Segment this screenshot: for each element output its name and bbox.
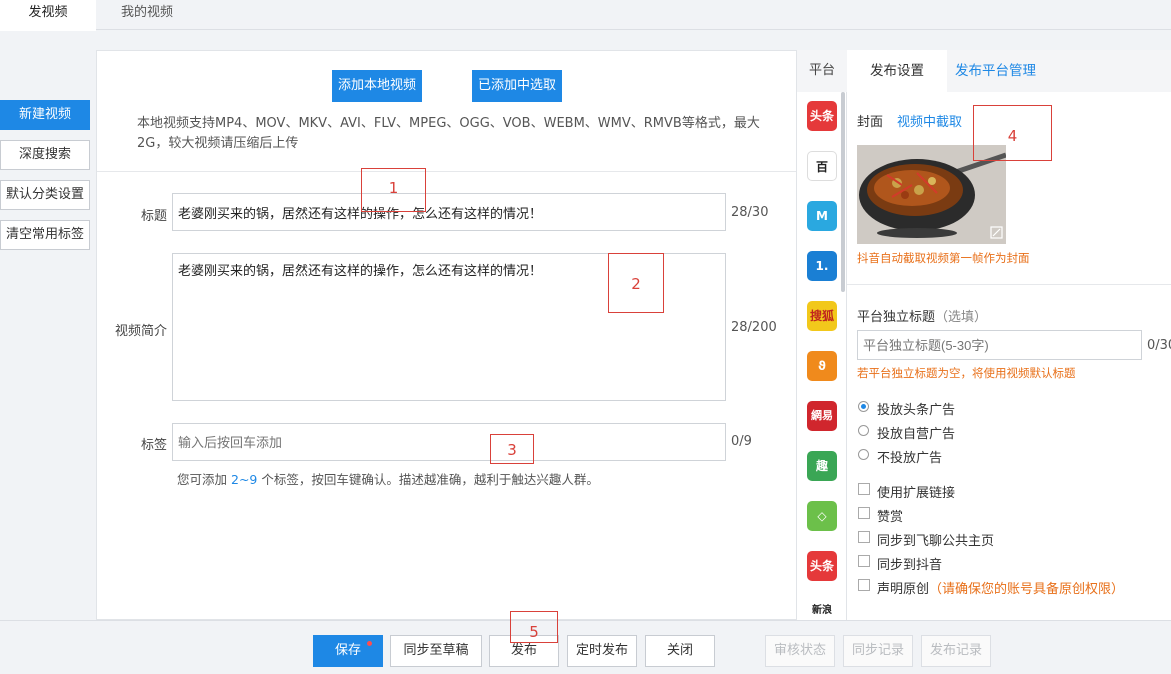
cover-capture-link[interactable]: 视频中截取	[897, 111, 962, 130]
intro-label: 视频简介	[114, 324, 167, 339]
cover-note: 抖音自动截取视频第一帧作为封面	[857, 251, 1030, 265]
save-label: 保存	[334, 643, 361, 658]
ad-option-label: 投放头条广告	[877, 403, 956, 418]
platform-green-icon[interactable]: ◇	[807, 501, 837, 531]
publish-settings-panel: 发布设置 发布平台管理 封面 视频中截取 抖音自动截取视频第一帧作为封面 平台独…	[847, 50, 1171, 620]
platform-yidian-icon[interactable]: 1.	[807, 251, 837, 281]
original-checkbox[interactable]	[858, 579, 870, 591]
add-local-video-button[interactable]: 添加本地视频	[332, 70, 422, 102]
select-added-button[interactable]: 已添加中选取	[472, 70, 562, 102]
ad-radio-toutiao[interactable]	[858, 401, 869, 412]
annotation-3: 3	[490, 434, 534, 464]
tab-publish-settings[interactable]: 发布设置	[847, 50, 947, 92]
ad-radio-self[interactable]	[858, 425, 869, 436]
intro-counter: 28/200	[731, 320, 777, 335]
ad-radio-none[interactable]	[858, 449, 869, 460]
independent-title-input[interactable]	[857, 330, 1142, 360]
tab-platform-manage[interactable]: 发布平台管理	[955, 50, 1036, 92]
annotation-1: 1	[361, 168, 426, 212]
new-video-button[interactable]: 新建视频	[0, 100, 90, 130]
platform-toutiao-icon[interactable]: 头条	[807, 101, 837, 131]
tab-my-videos[interactable]: 我的视频	[96, 0, 198, 30]
platform-column: 平台 头条 百 M 1. 搜狐 ϑ 網易 趣 ◇ 头条 新浪	[797, 50, 847, 620]
ad-option-label: 不投放广告	[877, 451, 943, 466]
checkbox-label: 同步到抖音	[877, 558, 943, 573]
review-status-button[interactable]: 审核状态	[765, 635, 835, 667]
ad-option-label: 投放自营广告	[877, 427, 956, 442]
annotation-4: 4	[973, 105, 1052, 161]
platform-baijia-icon[interactable]: 百	[807, 151, 837, 181]
optional-text: （选填）	[935, 310, 988, 325]
platform-qutoutiao-icon[interactable]: 趣	[807, 451, 837, 481]
tags-label: 标签	[140, 438, 167, 453]
independent-title-counter: 0/30	[1147, 338, 1171, 353]
top-tab-bar: 发视频 我的视频	[0, 0, 1171, 31]
checkbox-label: 赞赏	[877, 510, 904, 525]
sync-draft-button[interactable]: 同步至草稿	[390, 635, 482, 667]
close-button[interactable]: 关闭	[645, 635, 715, 667]
platform-sina-icon[interactable]: 新浪	[807, 601, 837, 620]
tags-counter: 0/9	[731, 434, 752, 449]
tags-hint: 您可添加 2~9 个标签，按回车键确认。描述越准确，越利于触达兴趣人群。	[177, 469, 599, 488]
original-text: 声明原创	[877, 582, 930, 597]
title-input[interactable]	[172, 193, 726, 231]
platform-qie-icon[interactable]: ϑ	[807, 351, 837, 381]
tab-post-video[interactable]: 发视频	[0, 0, 96, 31]
divider	[97, 171, 796, 172]
cover-label: 封面	[857, 115, 884, 130]
scheduled-publish-button[interactable]: 定时发布	[567, 635, 637, 667]
sync-feiliao-checkbox[interactable]	[858, 531, 870, 543]
tags-input[interactable]	[172, 423, 726, 461]
publish-record-button[interactable]: 发布记录	[921, 635, 991, 667]
tags-hint-range: 2~9	[231, 472, 258, 487]
clear-tags-button[interactable]: 清空常用标签	[0, 220, 90, 250]
independent-title-note: 若平台独立标题为空，将使用视频默认标题	[857, 366, 1076, 380]
reward-checkbox[interactable]	[858, 507, 870, 519]
save-button[interactable]: 保存	[313, 635, 383, 667]
annotation-5: 5	[510, 611, 558, 643]
deep-search-button[interactable]: 深度搜索	[0, 140, 90, 170]
checkbox-label: 同步到飞聊公共主页	[877, 534, 995, 549]
platform-toutiao2-icon[interactable]: 头条	[807, 551, 837, 581]
platform-scrollbar[interactable]	[841, 92, 845, 292]
platform-sohu-icon[interactable]: 搜狐	[807, 301, 837, 331]
title-counter: 28/30	[731, 205, 769, 220]
original-label: 声明原创（请确保您的账号具备原创权限）	[877, 578, 1124, 597]
sync-douyin-checkbox[interactable]	[858, 555, 870, 567]
platform-m-icon[interactable]: M	[807, 201, 837, 231]
bottom-action-bar: 保存 同步至草稿 发布 定时发布 关闭 审核状态 同步记录 发布记录 5	[0, 611, 1171, 674]
platform-netease-icon[interactable]: 網易	[807, 401, 837, 431]
independent-title-text: 平台独立标题	[857, 310, 936, 325]
checkbox-label: 使用扩展链接	[877, 486, 956, 501]
sync-record-button[interactable]: 同步记录	[843, 635, 913, 667]
platform-header: 平台	[797, 50, 847, 92]
format-note: 本地视频支持MP4、MOV、MKV、AVI、FLV、MPEG、OGG、VOB、W…	[137, 116, 760, 151]
divider	[847, 284, 1171, 285]
tags-hint-prefix: 您可添加	[177, 472, 228, 487]
unsaved-dot-icon	[367, 641, 372, 646]
annotation-2: 2	[608, 253, 664, 313]
independent-title-label: 平台独立标题（选填）	[857, 306, 987, 325]
extend-link-checkbox[interactable]	[858, 483, 870, 495]
video-form-panel: 添加本地视频 已添加中选取 本地视频支持MP4、MOV、MKV、AVI、FLV、…	[96, 50, 797, 620]
tags-hint-suffix: 个标签，按回车键确认。描述越准确，越利于触达兴趣人群。	[261, 472, 599, 487]
original-note: （请确保您的账号具备原创权限）	[929, 582, 1125, 597]
default-category-button[interactable]: 默认分类设置	[0, 180, 90, 210]
title-label: 标题	[140, 209, 167, 224]
